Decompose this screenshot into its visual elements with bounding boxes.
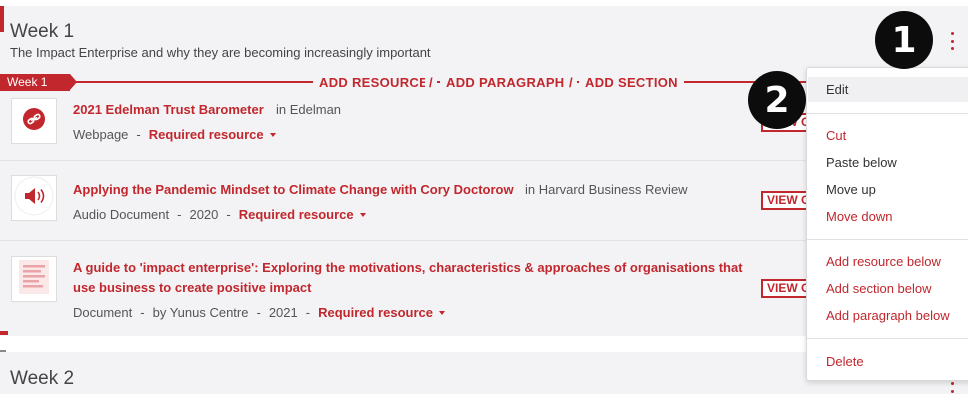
- menu-item-add-paragraph-below[interactable]: Add paragraph below: [826, 308, 950, 323]
- caret-down-icon: [269, 132, 276, 137]
- add-resource-link[interactable]: ADD RESOURCE: [313, 75, 435, 90]
- reading-list-page: Week 1 The Impact Enterprise and why the…: [0, 0, 968, 394]
- resource-title-line: use business to create positive impact: [73, 280, 312, 295]
- meta-separator: -: [136, 127, 141, 142]
- menu-divider: [807, 239, 968, 240]
- resource-meta: Document - by Yunus Centre -2021- Required r…: [73, 305, 445, 320]
- required-resource-dropdown[interactable]: Required resource: [318, 305, 445, 320]
- week2-more-options-icon[interactable]: [948, 382, 956, 394]
- menu-divider: [807, 113, 968, 114]
- resource-title-link[interactable]: Applying the Pandemic Mindset to Climate…: [73, 180, 514, 200]
- week1-accent-bar: [0, 6, 4, 32]
- speaker-icon: [14, 176, 54, 221]
- required-resource-dropdown[interactable]: Required resource: [149, 127, 276, 142]
- week1-subtitle: The Impact Enterprise and why they are b…: [10, 45, 431, 60]
- meta-separator: -: [140, 305, 145, 320]
- meta-separator: -: [177, 207, 182, 222]
- menu-item-add-resource-below[interactable]: Add resource below: [826, 254, 941, 269]
- link-icon: [22, 107, 46, 136]
- requirement-label: Required resource: [318, 305, 433, 320]
- menu-item-move-down[interactable]: Move down: [826, 209, 892, 224]
- context-menu: Edit Cut Paste below Move up Move down A…: [806, 67, 968, 381]
- resource-title-link[interactable]: 2021 Edelman Trust Barometer: [73, 100, 264, 120]
- resource-title-link[interactable]: A guide to 'impact enterprise': Explorin…: [73, 258, 743, 298]
- resource-thumbnail: [11, 175, 57, 221]
- action-separator: /: [425, 75, 437, 90]
- resource-type: Webpage: [73, 127, 129, 142]
- resource-type: Document: [73, 305, 133, 320]
- resource-year: 2021: [268, 305, 298, 320]
- required-resource-dropdown[interactable]: Required resource: [239, 207, 366, 222]
- resource-year: 2020: [189, 207, 219, 222]
- callout-badge-2: 2: [748, 71, 806, 129]
- resource-source: in Harvard Business Review: [525, 182, 688, 197]
- menu-item-delete[interactable]: Delete: [826, 354, 864, 369]
- meta-separator: -: [226, 207, 231, 222]
- menu-divider: [807, 338, 968, 339]
- week2-title: Week 2: [10, 368, 75, 389]
- meta-separator: -: [256, 305, 261, 320]
- resource-author: by Yunus Centre: [152, 305, 249, 320]
- add-paragraph-link[interactable]: ADD PARAGRAPH: [440, 75, 571, 90]
- menu-item-cut[interactable]: Cut: [826, 128, 846, 143]
- requirement-label: Required resource: [148, 127, 264, 142]
- caret-down-icon: [359, 212, 366, 217]
- resource-type: Audio Document: [73, 207, 170, 222]
- add-section-link[interactable]: ADD SECTION: [579, 75, 684, 90]
- resource-meta: Webpage - Required resource: [73, 127, 276, 142]
- requirement-label: Required resource: [238, 207, 354, 222]
- week1-more-options-icon[interactable]: [948, 32, 956, 50]
- menu-item-add-section-below[interactable]: Add section below: [826, 281, 932, 296]
- menu-item-edit[interactable]: Edit: [826, 82, 848, 97]
- week1-title: Week 1: [10, 21, 75, 42]
- week-tag: Week 1: [0, 74, 77, 91]
- menu-item-move-up[interactable]: Move up: [826, 182, 876, 197]
- resource-thumbnail: [11, 256, 57, 302]
- resource-thumbnail: [11, 98, 57, 144]
- meta-separator: -: [305, 305, 311, 320]
- week1-accent-bar-bottom: [0, 331, 8, 335]
- document-icon: [19, 259, 49, 299]
- callout-badge-1: 1: [875, 11, 933, 69]
- resource-source: in Edelman: [276, 102, 342, 117]
- caret-down-icon: [438, 310, 445, 315]
- resource-meta: Audio Document -2020- Required resource: [73, 207, 366, 222]
- menu-item-paste-below[interactable]: Paste below: [826, 155, 897, 170]
- action-separator: /: [565, 75, 577, 90]
- resource-title-line: A guide to 'impact enterprise': Explorin…: [73, 260, 743, 275]
